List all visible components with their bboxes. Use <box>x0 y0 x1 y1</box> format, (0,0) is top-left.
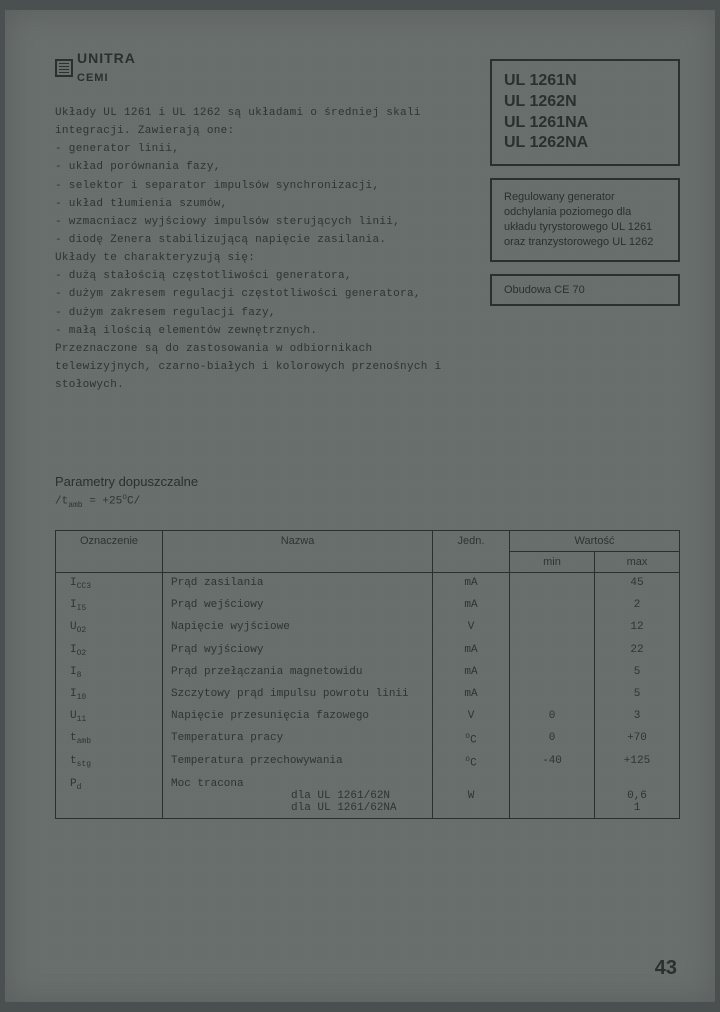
bullet: - dużą stałością częstotliwości generato… <box>55 267 472 285</box>
table-row: I10Szczytowy prąd impulsu powrotu liniim… <box>56 684 680 706</box>
logo-icon <box>55 59 73 77</box>
bullet: - układ tłumienia szumów, <box>55 195 472 213</box>
bullet: - generator linii, <box>55 140 472 158</box>
table-row: II5Prąd wejściowymA2 <box>56 595 680 617</box>
description-text: Regulowany generator odchylania poziomeg… <box>504 191 653 248</box>
section-condition: /tamb = +25oC/ <box>55 493 680 510</box>
th-max: max <box>595 552 680 573</box>
package-box: Obudowa CE 70 <box>490 274 680 306</box>
intro-lead2: Układy te charakteryzują się: <box>55 249 472 267</box>
th-val: Wartość <box>510 531 680 552</box>
th-min: min <box>510 552 595 573</box>
part-number: UL 1261N <box>504 71 666 92</box>
description-box: Regulowany generator odchylania poziomeg… <box>490 178 680 261</box>
page: UNITRA CEMI Układy UL 1261 i UL 1262 są … <box>5 10 715 1002</box>
intro-lead: Układy UL 1261 i UL 1262 są układami o ś… <box>55 104 472 140</box>
content-row: Układy UL 1261 i UL 1262 są układami o ś… <box>55 104 680 394</box>
section-title: Parametry dopuszczalne <box>55 474 680 489</box>
table-row: tambTemperatura pracyoC0+70 <box>56 728 680 751</box>
part-number: UL 1261NA <box>504 113 666 134</box>
table-body: ICC3Prąd zasilaniamA45 II5Prąd wejściowy… <box>56 573 680 819</box>
th-sym: Oznaczenie <box>56 531 163 573</box>
bullet: - dużym zakresem regulacji fazy, <box>55 304 472 322</box>
package-text: Obudowa CE 70 <box>504 284 585 296</box>
table-row: tstgTemperatura przechowywaniaoC-40+125 <box>56 751 680 774</box>
part-numbers-box: UL 1261N UL 1262N UL 1261NA UL 1262NA <box>490 59 680 166</box>
table-row: IO2Prąd wyjściowymA22 <box>56 640 680 662</box>
right-column: UL 1261N UL 1262N UL 1261NA UL 1262NA Re… <box>490 59 680 318</box>
page-number: 43 <box>655 957 677 980</box>
bullet: - małą ilością elementów zewnętrznych. <box>55 322 472 340</box>
part-number: UL 1262N <box>504 92 666 113</box>
logo-sub: CEMI <box>77 72 109 84</box>
parameters-table: Oznaczenie Nazwa Jedn. Wartość min max I… <box>55 530 680 819</box>
table-row: ICC3Prąd zasilaniamA45 <box>56 573 680 596</box>
table-row: I8Prąd przełączania magnetowidumA5 <box>56 662 680 684</box>
bullet: - wzmacniacz wyjściowy impulsów sterując… <box>55 213 472 231</box>
logo-brand: UNITRA <box>77 50 136 66</box>
body-text: Układy UL 1261 i UL 1262 są układami o ś… <box>55 104 472 394</box>
th-unit: Jedn. <box>433 531 510 573</box>
intro-tail: Przeznaczone są do zastosowania w odbior… <box>55 340 472 394</box>
th-name: Nazwa <box>163 531 433 573</box>
bullet: - diodę Zenera stabilizującą napięcie za… <box>55 231 472 249</box>
table-row: U11Napięcie przesunięcia fazowegoV03 <box>56 706 680 728</box>
table-row: UO2Napięcie wyjścioweV12 <box>56 617 680 639</box>
part-number: UL 1262NA <box>504 133 666 154</box>
table-row: Pd Moc tracona dla UL 1261/62N dla UL 12… <box>56 774 680 819</box>
bullet: - selektor i separator impulsów synchron… <box>55 177 472 195</box>
bullet: - dużym zakresem regulacji częstotliwośc… <box>55 285 472 303</box>
bullet: - układ porównania fazy, <box>55 158 472 176</box>
